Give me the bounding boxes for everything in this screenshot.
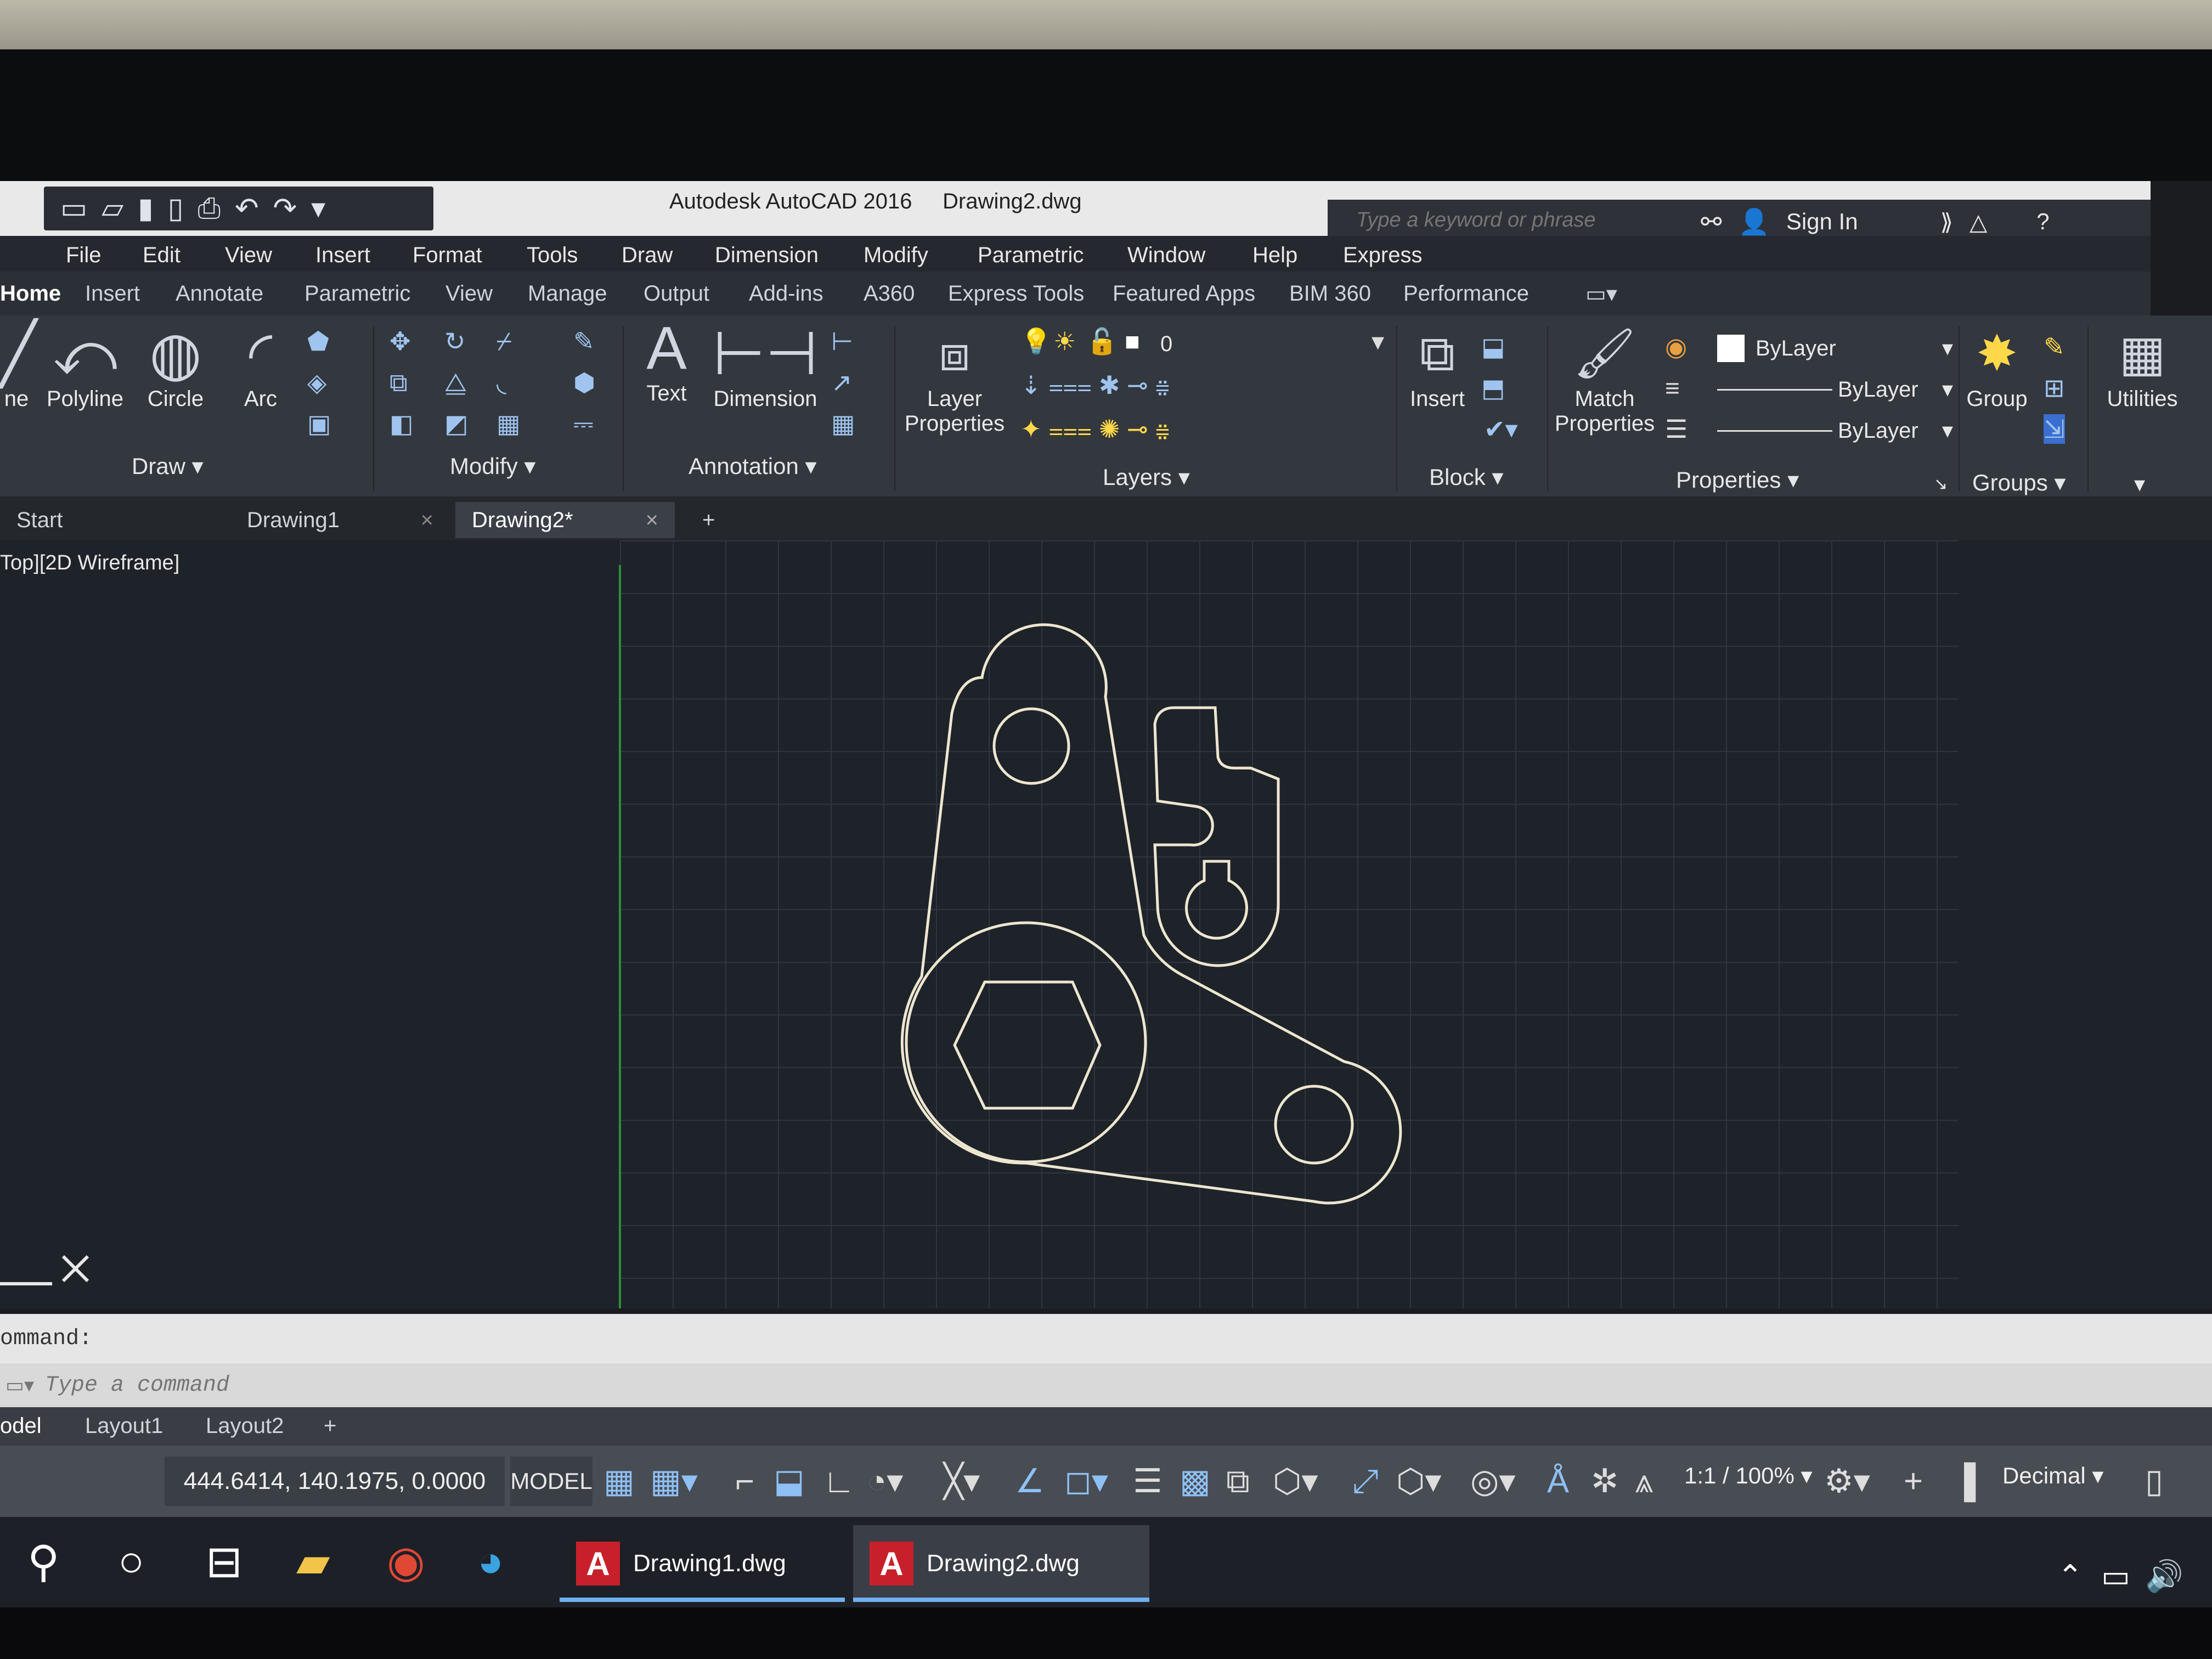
selection-cycling-icon[interactable]: ⧉ [1226, 1462, 1250, 1500]
snap-icon[interactable]: ▦▾ [650, 1462, 698, 1500]
annotation-scale-icon[interactable]: ⩓ [1635, 1462, 1654, 1500]
link-outline [900, 623, 1402, 1205]
workspace-gear-icon[interactable]: ⚙▾ [1824, 1462, 1870, 1500]
units-dropdown[interactable]: Decimal ▾ [2002, 1462, 2103, 1489]
drawing-geometry[interactable] [0, 0, 2212, 1317]
autocad-icon: A [576, 1542, 620, 1585]
end-hole [1274, 1085, 1354, 1165]
file-explorer-icon[interactable]: ▰ [296, 1536, 330, 1587]
object-snap-tracking-icon[interactable]: ∠ [1015, 1462, 1045, 1500]
grid-icon[interactable]: ▦ [603, 1462, 635, 1500]
command-history-text: ommand: [0, 1326, 93, 1351]
tab-layout1[interactable]: Layout1 [85, 1414, 163, 1438]
ucs-icon [0, 1255, 89, 1285]
taskbar-app-drawing2[interactable]: A Drawing2.dwg [853, 1525, 1149, 1602]
selection-filter-icon[interactable]: ⬡▾ [1396, 1462, 1442, 1500]
3d-osnap-icon[interactable]: ⬡▾ [1273, 1462, 1318, 1500]
units-value: Decimal [2002, 1463, 2086, 1488]
dynamic-ucs-icon[interactable]: ⤢ [1352, 1462, 1379, 1500]
show-hidden-icons-chevron-up-icon[interactable]: ⌃ [2057, 1558, 2083, 1594]
coordinates-display[interactable]: 444.6414, 140.1975, 0.0000 [165, 1457, 505, 1506]
autocad-icon: A [870, 1542, 913, 1585]
auto-scale-icon[interactable]: ✲ [1591, 1462, 1618, 1500]
taskbar-app-drawing1[interactable]: A Drawing1.dwg [560, 1525, 845, 1602]
annotation-scale-dropdown[interactable]: 1:1 / 100% ▾ [1684, 1462, 1813, 1489]
taskbar-app-label: Drawing2.dwg [927, 1550, 1080, 1577]
tab-model[interactable]: odel [0, 1414, 42, 1438]
network-icon[interactable]: ▭ [2101, 1558, 2130, 1594]
taskbar-active-indicator [853, 1598, 1149, 1602]
layout-tabs: odel Layout1 Layout2 + [0, 1407, 2212, 1446]
taskbar-app-label: Drawing1.dwg [633, 1550, 786, 1577]
tab-layout2[interactable]: Layout2 [206, 1414, 284, 1438]
infer-icon[interactable]: ⌐ [735, 1462, 754, 1500]
lineweight-toggle-icon[interactable]: ☰ [1133, 1462, 1163, 1500]
transparency-icon[interactable]: ▩ [1180, 1462, 1211, 1500]
units-separator-icon: ▌ [1964, 1463, 1988, 1499]
customize-statusbar-icon[interactable]: ▯ [2145, 1462, 2163, 1500]
add-layout-button[interactable]: + [324, 1414, 336, 1438]
ortho-icon[interactable]: ∟ [823, 1462, 855, 1500]
model-label: MODEL [510, 1468, 592, 1494]
annotation-visibility-icon[interactable]: Å [1547, 1462, 1569, 1500]
coordinates-value: 444.6414, 140.1975, 0.0000 [183, 1468, 486, 1494]
search-icon[interactable]: ⚲ [27, 1536, 60, 1587]
isometric-icon[interactable]: ╳▾ [944, 1462, 980, 1500]
object-snap-icon[interactable]: ◻▾ [1064, 1462, 1108, 1500]
polar-tracking-icon[interactable]: ◔▾ [867, 1462, 903, 1500]
top-hole [992, 707, 1070, 785]
monitor-bezel-bottom [0, 1607, 2212, 1659]
boss-circle [905, 921, 1147, 1164]
keyed-hole [1185, 860, 1248, 940]
annotation-scale-value: 1:1 / 100% [1684, 1463, 1795, 1488]
model-space-button[interactable]: MODEL [510, 1457, 592, 1506]
command-input[interactable] [44, 1372, 540, 1398]
edge-icon[interactable]: ◕ [477, 1536, 504, 1587]
chrome-icon[interactable]: ◉ [387, 1536, 425, 1587]
taskbar-running-indicator [560, 1598, 845, 1602]
volume-icon[interactable]: 🔊 [2145, 1558, 2183, 1594]
annotation-monitor-icon[interactable]: + [1904, 1462, 1923, 1500]
bracket-outline [1153, 706, 1280, 967]
task-view-icon[interactable]: ⊟ [206, 1536, 242, 1587]
command-line: ▭▾ [0, 1363, 2212, 1407]
command-customize-icon[interactable]: ▭▾ [5, 1374, 34, 1397]
dynamic-input-icon[interactable]: ⬓ [774, 1462, 805, 1500]
cortana-icon[interactable]: ○ [118, 1536, 144, 1587]
gizmo-icon[interactable]: ◎▾ [1470, 1462, 1515, 1500]
command-history: ommand: [0, 1314, 2212, 1363]
hex-socket [953, 980, 1102, 1110]
